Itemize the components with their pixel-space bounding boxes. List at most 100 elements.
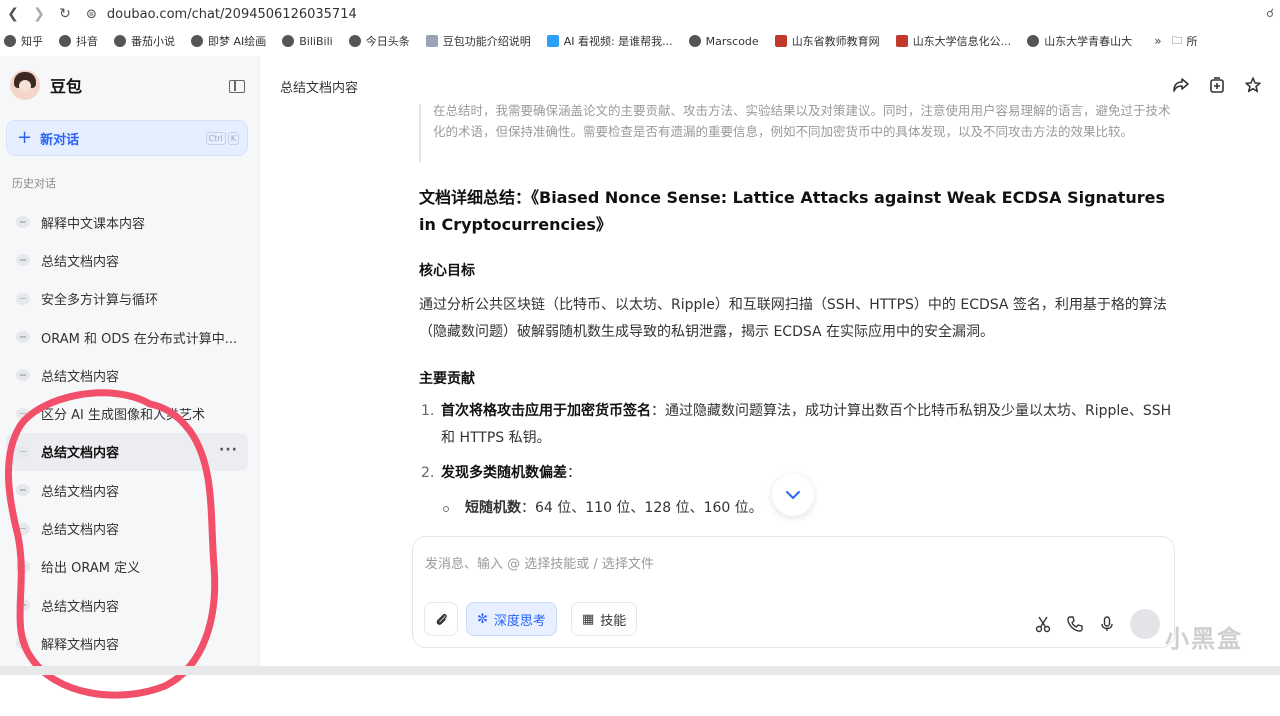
thinking-text: 在总结时，我需要确保涵盖论文的主要贡献、攻击方法、实验结果以及对策建议。同时，注… (433, 104, 1171, 139)
deep-think-button[interactable]: ✼ 深度思考 (466, 602, 557, 636)
history-title: 历史对话 (12, 177, 56, 190)
globe-icon (282, 35, 295, 47)
bookmark-label: 山东大学信息化公... (912, 35, 1012, 48)
bookmark-item[interactable]: BiliBili (282, 34, 333, 48)
history-item[interactable]: 给出 ORAM 定义 (6, 548, 248, 586)
site-settings-icon[interactable]: ⊜ (86, 7, 97, 22)
reload-icon[interactable]: ↻ (52, 6, 78, 22)
history-item[interactable]: 总结文档内容 (6, 356, 248, 394)
globe-icon (348, 35, 361, 47)
bookmark-item[interactable]: 即梦 AI绘画 (191, 33, 266, 49)
list-item: 1. 首次将格攻击应用于加密货币签名：通过隐藏数问题算法，成功计算出数百个比特币… (419, 398, 1175, 452)
more-options-icon[interactable]: ··· (219, 442, 238, 458)
list-item-bold: 发现多类随机数偏差 (441, 465, 567, 481)
history-item[interactable]: 总结文档内容 (6, 509, 248, 547)
globe-icon (4, 35, 16, 47)
history-item[interactable]: 安全多方计算与循环 (6, 280, 248, 318)
scroll-to-bottom-button[interactable] (772, 474, 814, 516)
bookmark-label: 抖音 (76, 35, 98, 48)
history-item-label: 总结文档内容 (41, 599, 120, 615)
bookmark-item[interactable]: 山东大学信息化公... (895, 33, 1012, 49)
globe-icon (191, 35, 203, 47)
chat-bubble-icon (16, 369, 30, 382)
history-item[interactable]: 总结文档内容 ··· (6, 432, 248, 472)
bookmark-label: 番茄小说 (131, 35, 175, 48)
forward-icon[interactable]: ❯ (26, 6, 52, 22)
microphone-icon[interactable] (1098, 615, 1116, 633)
history-item[interactable]: 解释中文课本内容 (6, 203, 248, 241)
history-item-label: 安全多方计算与循环 (41, 293, 159, 309)
skills-button[interactable]: ▦ 技能 (571, 602, 638, 636)
sub-item-text: ：64 位、110 位、128 位、160 位。 (521, 500, 763, 516)
sidebar: 豆包 + 新对话 Ctrl K 历史对话 解释中文课本内容 总结文档内容 安全多方计… (0, 56, 260, 699)
message-composer[interactable]: 发消息、输入 @ 选择技能或 / 选择文件 ✼ 深度思考 ▦ 技能 (412, 536, 1175, 648)
globe-icon (59, 35, 71, 47)
chat-bubble-icon (16, 331, 30, 344)
chat-bubble-icon (16, 522, 30, 535)
bookmark-item[interactable]: 山东大学青春山大 (1027, 33, 1132, 49)
url-field[interactable]: ⊜ doubao.com/chat/2094506126035714 (86, 7, 357, 22)
history-item-label: 区分 AI 生成图像和人类艺术 (41, 408, 205, 424)
bookmark-folder[interactable]: 🗀 所 (1172, 32, 1198, 51)
history-item[interactable]: 总结文档内容 (6, 471, 248, 509)
back-icon[interactable]: ❮ (0, 6, 26, 22)
globe-icon (688, 35, 701, 47)
tv-icon (546, 35, 559, 47)
globe-icon (114, 35, 126, 47)
list-item-text: ： (567, 465, 581, 481)
phone-icon[interactable] (1066, 615, 1084, 633)
chat-bubble-icon (16, 484, 30, 497)
message-content: 在总结时，我需要确保涵盖论文的主要贡献、攻击方法、实验结果以及对策建议。同时，注… (419, 104, 1175, 524)
history-item-label: 总结文档内容 (41, 369, 120, 385)
bookmark-item[interactable]: AI 看视频: 是谁帮我... (546, 33, 673, 49)
zoom-icon[interactable]: ☌ (1266, 6, 1274, 20)
composer-input[interactable]: 发消息、输入 @ 选择技能或 / 选择文件 (425, 553, 654, 572)
history-item[interactable]: 区分 AI 生成图像和人类艺术 (6, 394, 248, 432)
shortcut-key: Ctrl (205, 132, 226, 145)
chat-bubble-icon (16, 216, 30, 229)
bookmark-item[interactable]: 豆包功能介绍说明 (425, 33, 531, 49)
bookmark-item[interactable]: 今日头条 (348, 33, 410, 49)
list-number: 2. (421, 465, 435, 481)
contrib-heading: 主要贡献 (419, 371, 475, 387)
plus-icon: + (17, 127, 33, 148)
history-item[interactable]: ORAM 和 ODS 在分布式计算中... (6, 318, 248, 356)
document-summary-title: 文档详细总结：《Biased Nonce Sense: Lattice Atta… (419, 188, 1166, 234)
bookmark-item[interactable]: 知乎 (4, 33, 43, 49)
bookmark-item[interactable]: 抖音 (59, 33, 98, 49)
bookmark-label: Marscode (705, 34, 759, 48)
list-number: 1. (421, 403, 435, 419)
add-to-note-icon[interactable] (1208, 76, 1228, 96)
bookmarks-more-button[interactable]: » (1154, 34, 1161, 48)
chat-bubble-icon (16, 445, 30, 458)
sidebar-toggle-icon[interactable] (229, 80, 245, 93)
new-chat-button[interactable]: + 新对话 Ctrl K (6, 120, 248, 156)
bookmark-label: AI 看视频: 是谁帮我... (563, 35, 673, 48)
history-item[interactable]: 解释文档内容 (6, 624, 248, 662)
scissors-icon[interactable] (1034, 615, 1052, 633)
grid-icon: ▦ (582, 611, 595, 627)
history-item-label: 给出 ORAM 定义 (41, 561, 141, 577)
attach-button[interactable] (424, 602, 458, 636)
site-icon (774, 35, 787, 47)
taskbar-strip (0, 666, 1280, 675)
send-button[interactable] (1130, 609, 1160, 639)
atom-icon: ✼ (477, 611, 488, 627)
brand[interactable]: 豆包 (10, 70, 82, 100)
bookmark-item[interactable]: Marscode (688, 34, 759, 48)
doc-icon (425, 35, 438, 47)
bookmark-label: 知乎 (21, 35, 43, 48)
bookmarks-bar: 知乎 抖音 番茄小说 即梦 AI绘画 BiliBili 今日头条 豆包功能介绍说明 AI 看视… (0, 28, 1280, 54)
star-icon[interactable] (1244, 76, 1264, 96)
url-text[interactable]: doubao.com/chat/2094506126035714 (107, 7, 357, 22)
address-bar: ❮ ❯ ↻ ⊜ doubao.com/chat/2094506126035714… (0, 0, 1280, 28)
bookmark-item[interactable]: 山东省教师教育网 (774, 33, 880, 49)
history-item[interactable]: 总结文档内容 (6, 586, 248, 624)
share-icon[interactable] (1172, 76, 1192, 96)
bookmark-item[interactable]: 番茄小说 (114, 33, 175, 49)
history-list: 解释中文课本内容 总结文档内容 安全多方计算与循环 ORAM 和 ODS 在分布式计算… (6, 203, 248, 663)
chat-bubble-icon (16, 599, 30, 612)
history-item[interactable]: 总结文档内容 (6, 241, 248, 279)
bookmark-label: BiliBili (299, 34, 333, 48)
composer-right-tools (1020, 609, 1160, 639)
